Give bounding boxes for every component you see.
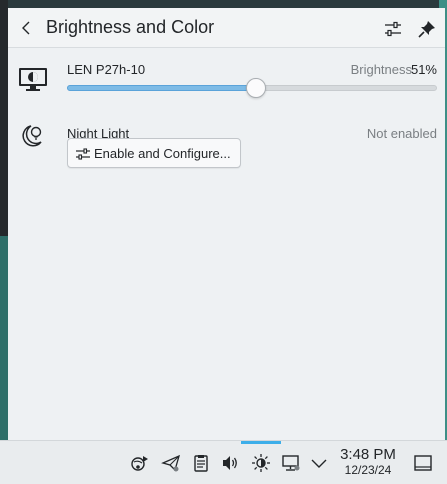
pin-button[interactable] [416, 18, 438, 40]
desktop-background-left-lower [0, 236, 8, 440]
night-light-status: Not enabled [366, 126, 437, 141]
chevron-left-icon [22, 21, 30, 35]
desktop-background-left [0, 0, 8, 236]
brightness-popup: Brightness and Color LEN P27h-10 Brightn… [8, 8, 445, 440]
settings-sliders-icon [385, 21, 401, 37]
monitor-icon [17, 63, 49, 95]
slider-fill [67, 85, 256, 91]
brightness-label: Brightness [350, 62, 412, 77]
enable-and-configure-button[interactable]: Enable and Configure... [67, 138, 241, 168]
network-icon[interactable] [281, 453, 301, 473]
show-desktop-icon [414, 455, 432, 471]
clipboard-icon[interactable] [191, 453, 211, 473]
active-indicator [241, 441, 281, 444]
network-share-icon[interactable] [130, 453, 150, 473]
taskbar: 3:48 PM 12/23/24 [0, 440, 447, 484]
brightness-slider[interactable] [67, 78, 437, 98]
configure-button[interactable] [382, 18, 404, 40]
slider-handle[interactable] [246, 78, 266, 98]
volume-icon[interactable] [220, 453, 240, 473]
back-button[interactable] [18, 19, 36, 37]
page-title: Brightness and Color [46, 17, 215, 37]
expand-tray-icon[interactable] [309, 453, 329, 473]
brightness-value: 51% [410, 62, 437, 77]
clock-date: 12/23/24 [344, 463, 392, 477]
enable-button-label: Enable and Configure... [94, 146, 231, 161]
clock[interactable]: 3:48 PM 12/23/24 [337, 446, 399, 478]
popup-header: Brightness and Color [8, 8, 445, 48]
brightness-icon[interactable] [251, 453, 271, 473]
telegram-icon[interactable] [161, 453, 181, 473]
clock-time: 3:48 PM [340, 446, 396, 463]
night-light-icon [17, 120, 49, 152]
configure-icon [75, 146, 91, 162]
pin-icon [418, 21, 435, 38]
display-name: LEN P27h-10 [67, 62, 146, 77]
show-desktop-button[interactable] [413, 453, 433, 473]
